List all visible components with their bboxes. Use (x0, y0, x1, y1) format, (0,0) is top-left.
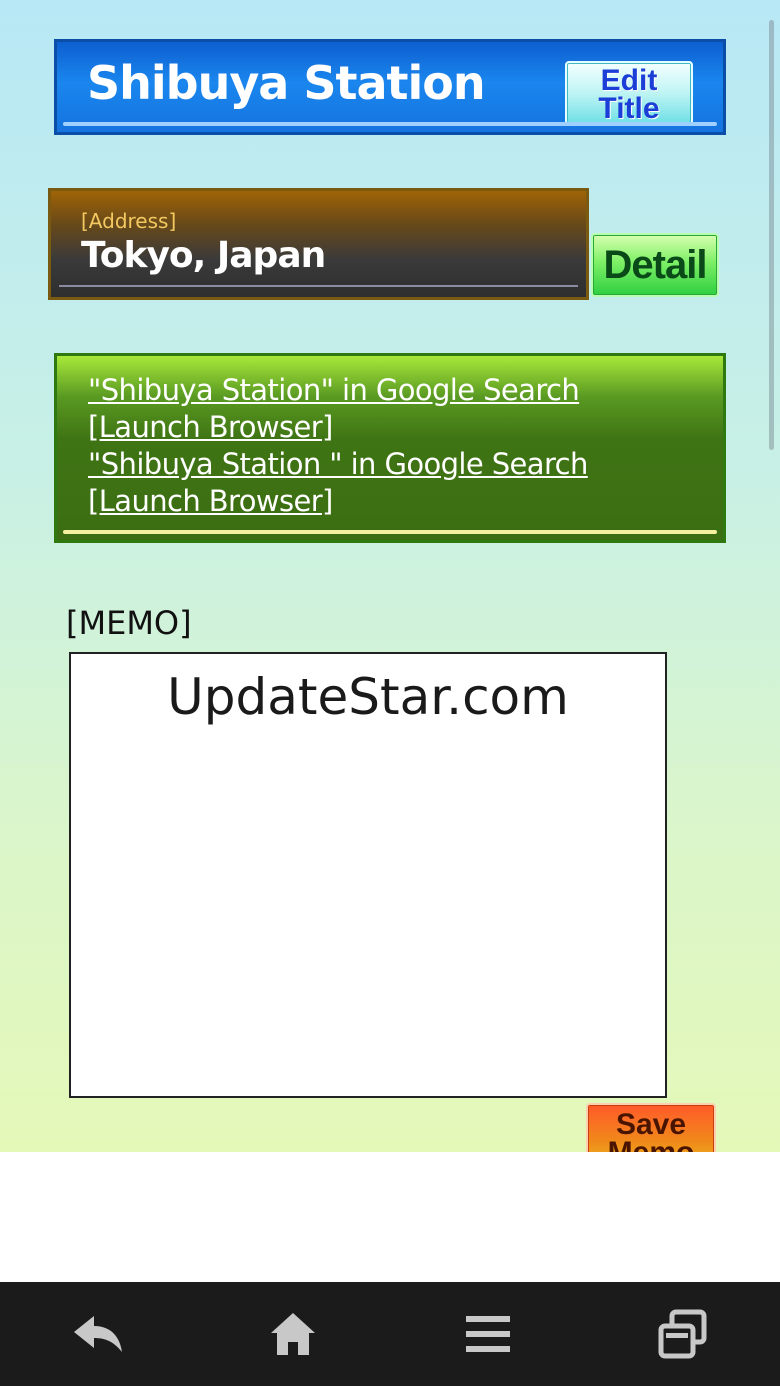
back-button[interactable] (38, 1294, 158, 1374)
google-search-link-2[interactable]: "Shibuya Station " in Google Search (88, 447, 588, 481)
menu-icon (465, 1316, 510, 1352)
save-memo-button[interactable]: Save Memo (586, 1103, 716, 1152)
home-icon (270, 1313, 315, 1355)
launch-browser-link-1[interactable]: [Launch Browser] (88, 410, 333, 444)
page-title: Shibuya Station (87, 56, 486, 110)
menu-button[interactable] (428, 1294, 548, 1374)
google-search-link-1[interactable]: "Shibuya Station" in Google Search (88, 373, 580, 407)
edit-title-button[interactable]: Edit Title (565, 61, 693, 125)
home-button[interactable] (233, 1294, 353, 1374)
search-box: "Shibuya Station" in Google Search [Laun… (54, 353, 726, 543)
recent-apps-button[interactable] (623, 1294, 743, 1374)
edit-title-line2: Title (598, 92, 660, 125)
search-link-row: "Shibuya Station" in Google Search [Laun… (88, 372, 698, 446)
memo-input[interactable]: UpdateStar.com (69, 652, 667, 1098)
search-link-row: "Shibuya Station " in Google Search [Lau… (88, 446, 698, 520)
search-links: "Shibuya Station" in Google Search [Laun… (88, 372, 698, 520)
recent-apps-icon (658, 1309, 706, 1359)
memo-label: [MEMO] (66, 604, 192, 642)
scrollbar[interactable] (769, 20, 774, 450)
edit-title-line1: Edit (600, 64, 658, 97)
address-label: [Address] (81, 209, 177, 233)
title-bar: Shibuya Station Edit Title (54, 39, 726, 135)
save-memo-line2: Memo (588, 1138, 714, 1153)
address-value: Tokyo, Japan (81, 235, 326, 276)
memo-text: UpdateStar.com (167, 668, 569, 726)
navigation-bar (0, 1282, 780, 1386)
detail-button[interactable]: Detail (591, 233, 719, 297)
save-memo-line1: Save (615, 1108, 687, 1141)
address-box: [Address] Tokyo, Japan (48, 188, 589, 300)
back-icon (73, 1316, 122, 1352)
app-content: Shibuya Station Edit Title [Address] Tok… (0, 0, 780, 1152)
launch-browser-link-2[interactable]: [Launch Browser] (88, 484, 333, 518)
